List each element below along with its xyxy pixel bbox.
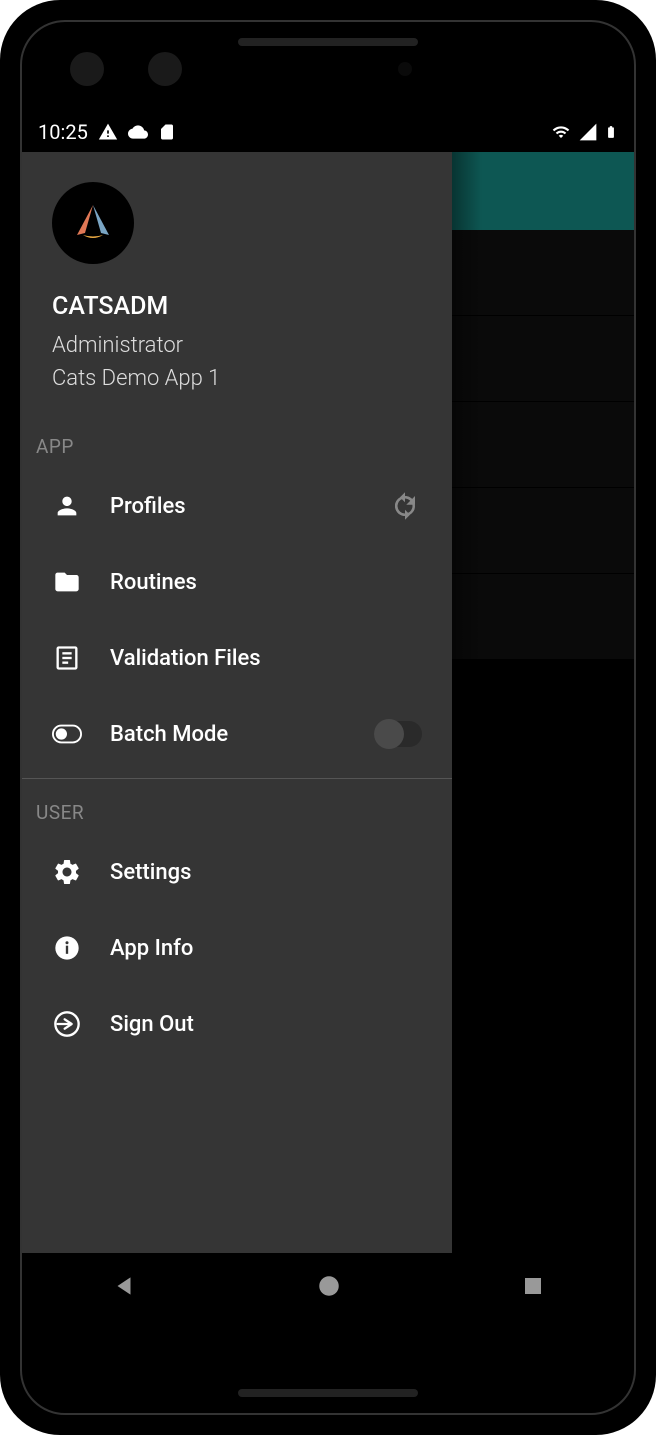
back-button[interactable] <box>111 1273 137 1303</box>
front-camera-1 <box>70 52 104 86</box>
front-camera-2 <box>148 52 182 86</box>
drawer-item-sign-out[interactable]: Sign Out <box>22 986 452 1062</box>
person-icon <box>52 491 82 521</box>
drawer-item-app-info[interactable]: App Info <box>22 910 452 986</box>
drawer-item-label: Validation Files <box>110 646 422 671</box>
document-icon <box>52 643 82 673</box>
switch-thumb <box>374 719 404 749</box>
battery-icon <box>604 121 618 143</box>
drawer-shadow <box>452 152 482 1253</box>
info-icon <box>52 933 82 963</box>
drawer-item-settings[interactable]: Settings <box>22 834 452 910</box>
sensor <box>398 62 412 76</box>
navigation-drawer[interactable]: CATSADM Administrator Cats Demo App 1 AP… <box>22 152 452 1253</box>
drawer-item-label: Sign Out <box>110 1012 422 1037</box>
drawer-item-profiles[interactable]: Profiles <box>22 468 452 544</box>
speaker-top <box>238 38 418 46</box>
recents-button[interactable] <box>521 1274 545 1302</box>
drawer-item-label: Batch Mode <box>110 722 346 747</box>
drawer-item-label: Routines <box>110 570 422 595</box>
drawer-item-validation-files[interactable]: Validation Files <box>22 620 452 696</box>
phone-frame: 10:25 <box>0 0 656 1435</box>
drawer-item-label: App Info <box>110 936 422 961</box>
batch-mode-switch[interactable] <box>374 721 422 747</box>
user-role: Administrator <box>52 333 422 358</box>
username: CATSADM <box>52 292 422 321</box>
drawer-item-routines[interactable]: Routines <box>22 544 452 620</box>
divider <box>22 778 452 779</box>
signal-icon <box>578 122 598 142</box>
screen: 10:25 <box>22 112 634 1323</box>
gear-icon <box>52 857 82 887</box>
cloud-icon <box>128 122 148 142</box>
folder-icon <box>52 567 82 597</box>
drawer-header: CATSADM Administrator Cats Demo App 1 <box>22 152 452 419</box>
section-label-user: USER <box>22 785 452 834</box>
wifi-icon <box>550 123 572 141</box>
sd-card-icon <box>158 123 176 141</box>
home-button[interactable] <box>316 1273 342 1303</box>
refresh-icon[interactable] <box>388 489 422 523</box>
drawer-item-label: Profiles <box>110 494 360 519</box>
toggle-icon <box>52 719 82 749</box>
status-time: 10:25 <box>38 120 88 144</box>
drawer-item-batch-mode[interactable]: Batch Mode <box>22 696 452 772</box>
phone-inner: 10:25 <box>20 20 636 1415</box>
signout-icon <box>52 1009 82 1039</box>
speaker-bottom <box>238 1389 418 1397</box>
status-bar: 10:25 <box>22 112 634 152</box>
drawer-item-label: Settings <box>110 860 422 885</box>
app-name: Cats Demo App 1 <box>52 366 422 391</box>
warning-icon <box>98 122 118 142</box>
avatar <box>52 182 134 264</box>
section-label-app: APP <box>22 419 452 468</box>
system-nav-bar <box>22 1253 634 1323</box>
